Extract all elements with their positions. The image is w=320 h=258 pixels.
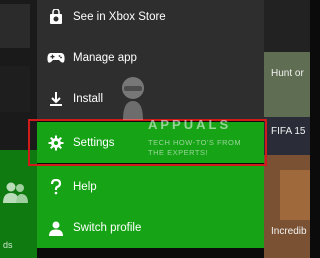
menu-item-label: Install	[73, 92, 104, 105]
menu-item-label: Help	[73, 180, 97, 193]
menu-item-switch-profile[interactable]: Switch profile	[37, 207, 264, 248]
watermark-tagline: TECH HOW-TO'S FROM	[148, 138, 242, 147]
menu-item-manage-app[interactable]: Manage app	[37, 37, 264, 78]
xbox-store-bag-icon	[47, 8, 65, 26]
right-tile-label: FIFA 15	[271, 126, 306, 137]
menu-item-label: See in Xbox Store	[73, 10, 166, 23]
watermark: APPUALS TECH HOW-TO'S FROM THE EXPERTS!	[148, 118, 241, 156]
right-tile-label: Incredib	[271, 226, 307, 237]
question-mark-icon	[47, 178, 65, 196]
menu-item-label: Switch profile	[73, 221, 142, 234]
menu-item-help[interactable]: Help	[37, 166, 264, 207]
left-tile-label: ds	[3, 240, 13, 250]
people-icon	[3, 182, 28, 203]
menu-item-install[interactable]: Install	[37, 78, 264, 119]
watermark-tagline: THE EXPERTS!	[148, 147, 209, 157]
menu-item-see-in-xbox-store[interactable]: See in Xbox Store	[37, 0, 264, 37]
left-tile	[0, 4, 30, 48]
gamepad-icon	[47, 49, 65, 67]
download-install-icon	[47, 90, 65, 108]
left-tile	[0, 66, 30, 112]
right-tile[interactable]	[264, 0, 310, 52]
right-tile-label: Hunt or	[271, 68, 304, 79]
person-icon	[47, 219, 65, 237]
right-tile-art	[280, 170, 310, 220]
right-tile-hunt[interactable]	[264, 52, 310, 117]
watermark-brand: APPUALS	[148, 117, 232, 132]
menu-item-label: Manage app	[73, 51, 137, 64]
watermark-mascot-icon	[122, 77, 144, 120]
